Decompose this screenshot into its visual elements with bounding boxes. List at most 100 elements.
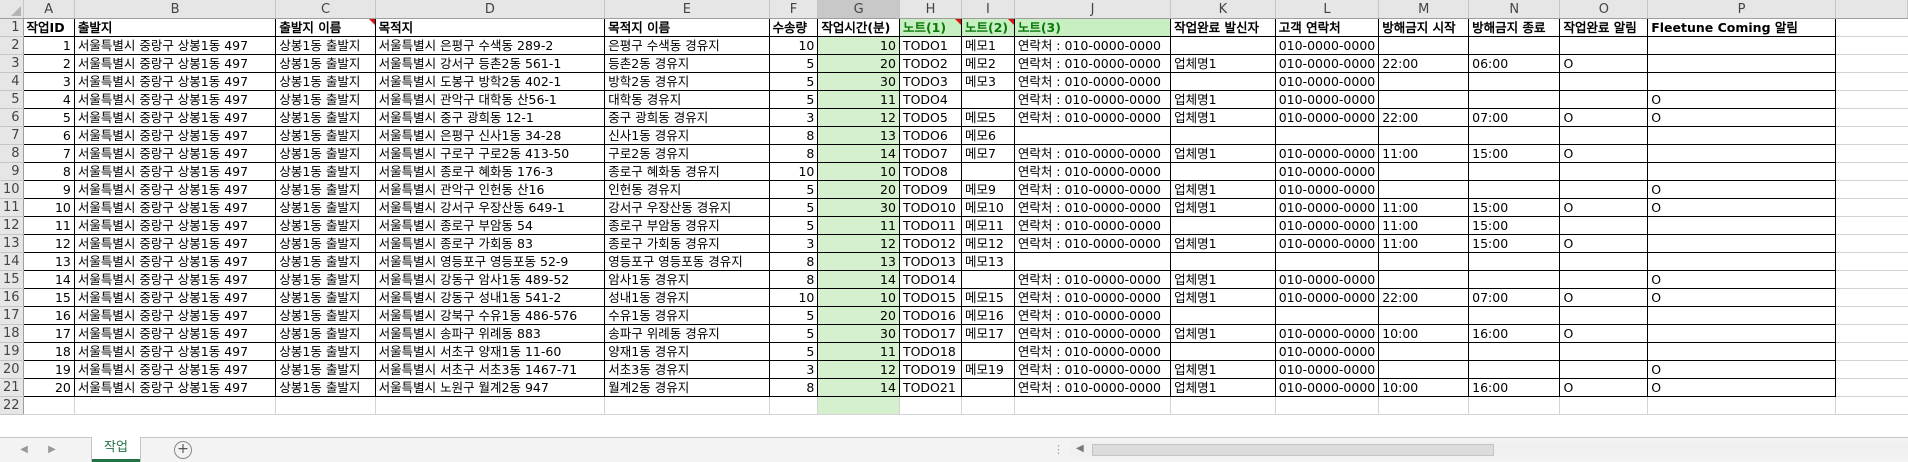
column-header-M[interactable]: M — [1378, 0, 1470, 19]
cell[interactable] — [1170, 342, 1276, 361]
cell[interactable]: 17 — [23, 324, 75, 343]
cell[interactable]: 연락처 : 010-0000-0000 — [1014, 108, 1172, 127]
cell[interactable]: 11:00 — [1378, 216, 1470, 235]
cell[interactable]: 1 — [23, 36, 75, 55]
cell[interactable]: 20 — [817, 306, 900, 325]
cell[interactable] — [1170, 36, 1276, 55]
cell[interactable]: 메모16 — [961, 306, 1015, 325]
cell[interactable]: 서울특별시 중랑구 상봉1동 497 — [74, 72, 277, 91]
cell[interactable]: 메모19 — [961, 360, 1015, 379]
cell[interactable]: 010-0000-0000 — [1275, 54, 1380, 73]
cell[interactable]: 서울특별시 중랑구 상봉1동 497 — [74, 288, 277, 307]
cell[interactable] — [1559, 216, 1649, 235]
column-title-cell[interactable]: 출발지 — [74, 18, 277, 37]
cell[interactable]: 업체명1 — [1170, 180, 1276, 199]
cell[interactable]: 서울특별시 송파구 위례동 883 — [375, 324, 606, 343]
row-header[interactable]: 15 — [0, 270, 24, 289]
cell[interactable] — [961, 162, 1015, 181]
column-title-cell[interactable]: Fleetune Coming 알림 — [1647, 18, 1836, 37]
cell[interactable]: 방학2동 경유지 — [604, 72, 770, 91]
cell[interactable]: 20 — [23, 378, 75, 397]
cell[interactable]: 18 — [23, 342, 75, 361]
cell[interactable]: 업체명1 — [1170, 324, 1276, 343]
empty-cell[interactable] — [1835, 126, 1908, 145]
cell[interactable] — [1378, 72, 1470, 91]
cell[interactable]: 010-0000-0000 — [1275, 234, 1380, 253]
row-header[interactable]: 19 — [0, 342, 24, 361]
cell[interactable]: 5 — [769, 198, 819, 217]
cell[interactable] — [1378, 270, 1470, 289]
cell[interactable]: 연락처 : 010-0000-0000 — [1014, 360, 1172, 379]
column-header-H[interactable]: H — [899, 0, 962, 19]
cell[interactable]: 연락처 : 010-0000-0000 — [1014, 180, 1172, 199]
row-header[interactable]: 6 — [0, 108, 24, 127]
cell[interactable]: 서울특별시 중랑구 상봉1동 497 — [74, 324, 277, 343]
cell[interactable] — [1647, 144, 1836, 163]
empty-cell[interactable] — [1647, 396, 1836, 415]
cell[interactable]: 메모3 — [961, 72, 1015, 91]
cell[interactable]: 10 — [769, 162, 819, 181]
column-title-cell[interactable]: 작업완료 발신자 — [1170, 18, 1276, 37]
cell[interactable]: 14 — [817, 270, 900, 289]
cell[interactable]: 20 — [817, 54, 900, 73]
cell[interactable]: 15:00 — [1468, 198, 1561, 217]
column-header-P[interactable]: P — [1647, 0, 1836, 19]
empty-cell[interactable] — [1468, 396, 1561, 415]
cell[interactable]: 연락처 : 010-0000-0000 — [1014, 54, 1172, 73]
cell[interactable]: 업체명1 — [1170, 54, 1276, 73]
column-header-F[interactable]: F — [769, 0, 819, 19]
cell[interactable]: 8 — [769, 144, 819, 163]
row-header[interactable]: 9 — [0, 162, 24, 181]
empty-cell[interactable] — [1835, 396, 1908, 415]
cell[interactable]: 메모7 — [961, 144, 1015, 163]
row-header[interactable]: 16 — [0, 288, 24, 307]
cell[interactable]: 중구 광희동 경유지 — [604, 108, 770, 127]
cell[interactable]: 3 — [769, 108, 819, 127]
row-header[interactable]: 18 — [0, 324, 24, 343]
cell[interactable]: 22:00 — [1378, 288, 1470, 307]
cell[interactable] — [1559, 90, 1649, 109]
cell[interactable] — [1468, 342, 1561, 361]
cell[interactable] — [1468, 72, 1561, 91]
cell[interactable]: 연락처 : 010-0000-0000 — [1014, 234, 1172, 253]
cell[interactable]: 5 — [769, 90, 819, 109]
empty-cell[interactable] — [375, 396, 606, 415]
cell[interactable]: 서초3동 경유지 — [604, 360, 770, 379]
cell[interactable]: TODO9 — [899, 180, 962, 199]
cell[interactable] — [1378, 162, 1470, 181]
cell[interactable]: 상봉1동 출발지 — [275, 378, 376, 397]
column-title-cell[interactable]: 작업시간(분) — [817, 18, 900, 37]
cell[interactable]: TODO4 — [899, 90, 962, 109]
cell[interactable]: 상봉1동 출발지 — [275, 216, 376, 235]
cell[interactable]: TODO1 — [899, 36, 962, 55]
cell[interactable]: 4 — [23, 90, 75, 109]
cell[interactable] — [1559, 126, 1649, 145]
cell[interactable]: TODO5 — [899, 108, 962, 127]
cell[interactable] — [1468, 252, 1561, 271]
cell[interactable]: 서울특별시 중랑구 상봉1동 497 — [74, 108, 277, 127]
cell[interactable]: 연락처 : 010-0000-0000 — [1014, 324, 1172, 343]
cell[interactable]: 010-0000-0000 — [1275, 342, 1380, 361]
cell[interactable]: 10 — [817, 288, 900, 307]
column-title-cell[interactable]: 고객 연락처 — [1275, 18, 1380, 37]
cell[interactable] — [1378, 180, 1470, 199]
cell[interactable]: 서울특별시 강서구 우장산동 649-1 — [375, 198, 606, 217]
cell[interactable]: 11 — [817, 90, 900, 109]
cell[interactable]: 10:00 — [1378, 378, 1470, 397]
cell[interactable]: 강서구 우장산동 경유지 — [604, 198, 770, 217]
cell[interactable]: TODO10 — [899, 198, 962, 217]
cell[interactable]: 5 — [769, 306, 819, 325]
cell[interactable]: 서울특별시 관악구 인헌동 산16 — [375, 180, 606, 199]
empty-cell[interactable] — [817, 396, 900, 415]
cell[interactable] — [1170, 72, 1276, 91]
cell[interactable] — [1378, 306, 1470, 325]
cell[interactable]: 업체명1 — [1170, 360, 1276, 379]
cell[interactable]: 서울특별시 강서구 등촌2동 561-1 — [375, 54, 606, 73]
column-title-cell[interactable]: 노트(1) — [899, 18, 962, 37]
cell[interactable]: 010-0000-0000 — [1275, 378, 1380, 397]
cell[interactable]: 010-0000-0000 — [1275, 180, 1380, 199]
horizontal-scrollbar[interactable]: ◀ — [1070, 441, 1908, 457]
cell[interactable]: 은평구 수색동 경유지 — [604, 36, 770, 55]
cell[interactable]: 구로2동 경유지 — [604, 144, 770, 163]
empty-cell[interactable] — [1835, 324, 1908, 343]
